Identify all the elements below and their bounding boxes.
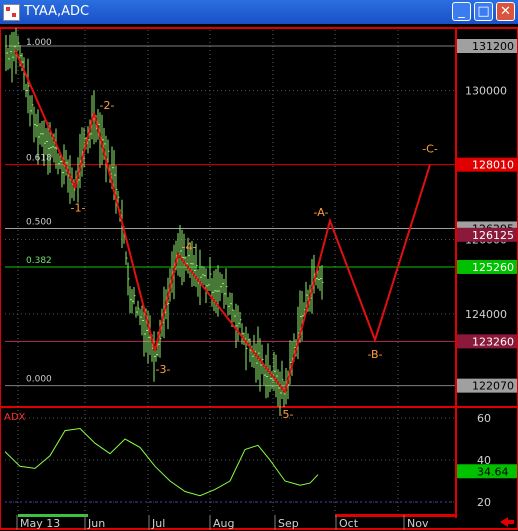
wave-label: -2- <box>100 99 115 112</box>
time-axis-label: Aug <box>213 517 234 530</box>
adx-tick-label: 20 <box>477 496 491 509</box>
adx-panel: ADX 60402034.64 <box>4 412 517 509</box>
price-tick-label: 130000 <box>465 85 507 98</box>
price-badge-label: 125260 <box>472 261 514 274</box>
elliott-wave-lines <box>14 49 431 395</box>
time-axis-label: Jun <box>87 517 105 530</box>
time-axis-label: Oct <box>339 517 359 530</box>
fib-label: 0.500 <box>26 217 52 227</box>
fib-label: 1.000 <box>26 38 52 48</box>
price-bars <box>5 28 324 415</box>
wave-label: -3- <box>156 363 171 376</box>
wave-label: -1- <box>71 201 86 214</box>
elliott-wave-path <box>14 49 431 395</box>
wave-label: -5- <box>279 408 294 421</box>
scroll-left-icon <box>500 517 514 527</box>
chart-frame <box>0 27 518 530</box>
fib-label: 0.382 <box>26 256 52 266</box>
adx-line <box>4 427 319 497</box>
time-axis-label: May 13 <box>20 517 60 530</box>
time-axis-label: Nov <box>407 517 429 530</box>
price-badge-label: 128010 <box>472 159 514 172</box>
price-axis[interactable]: 1300001260001240001312001280101262951261… <box>457 39 517 393</box>
price-badge-label: 122070 <box>472 380 514 393</box>
wave-label: -A- <box>314 206 329 219</box>
title-bar[interactable]: TYAA,ADC _ □ ✕ <box>0 0 518 24</box>
close-button[interactable]: ✕ <box>496 2 515 21</box>
fib-label: 0.000 <box>26 375 52 385</box>
minimize-button[interactable]: _ <box>452 2 471 21</box>
adx-title: ADX <box>4 412 26 423</box>
price-badge-label: 131200 <box>472 40 514 53</box>
price-badge-label: 126125 <box>472 229 514 242</box>
fib-label: 0.618 <box>26 154 52 164</box>
price-chart[interactable]: 1.000 0.618 0.500 0.382 0.000 -1- -2- -3- -4- -5-… <box>0 24 518 531</box>
maximize-icon: □ <box>477 4 490 19</box>
fib-level-lines <box>5 45 455 387</box>
price-badge-label: 123260 <box>472 335 514 348</box>
close-icon: ✕ <box>500 4 511 19</box>
price-tick-label: 124000 <box>465 308 507 321</box>
minimize-icon: _ <box>458 4 465 19</box>
app-icon <box>3 4 20 21</box>
wave-label: -4- <box>182 240 197 253</box>
time-axis-label: Sep <box>278 517 299 530</box>
time-axis[interactable]: May 13 Jun Jul Aug Sep Oct Nov <box>16 514 514 530</box>
window-title: TYAA,ADC <box>24 4 90 19</box>
wave-label: -C- <box>422 143 438 156</box>
adx-tick-label: 60 <box>477 412 491 425</box>
chart-labels: 1.000 0.618 0.500 0.382 0.000 -1- -2- -3- -4- -5-… <box>26 38 438 421</box>
adx-badge-label: 34.64 <box>477 465 509 478</box>
time-axis-label: Jul <box>151 517 165 530</box>
maximize-button[interactable]: □ <box>474 2 493 21</box>
wave-label: -B- <box>367 348 382 361</box>
grid <box>0 27 518 530</box>
